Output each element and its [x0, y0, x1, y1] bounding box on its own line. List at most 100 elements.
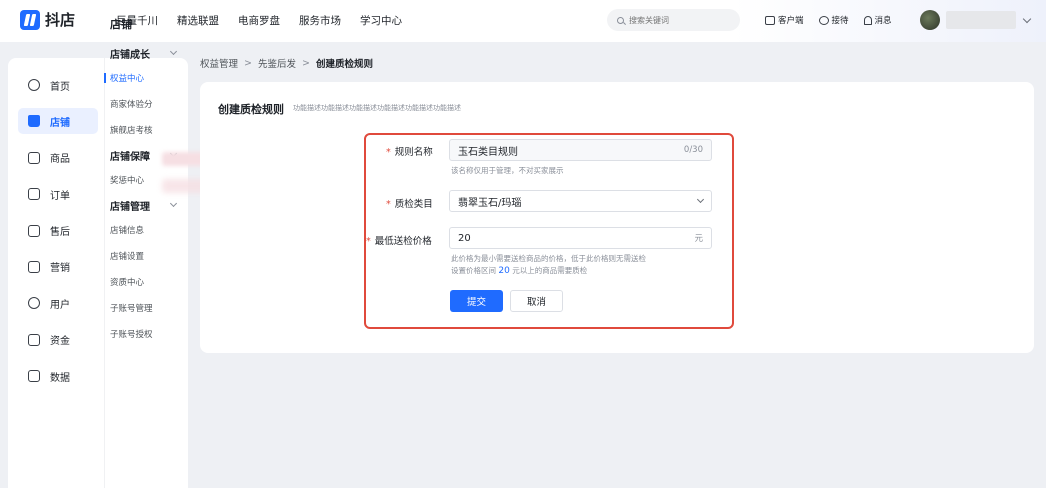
- min-price-hint-line2: 设置价格区间 20 元以上的商品需要质检: [451, 265, 646, 277]
- nav-item-label: 商品: [50, 154, 70, 166]
- nav-group-label: 店铺保障: [110, 151, 150, 163]
- subnav-item-qualifications[interactable]: 资质中心: [110, 274, 185, 290]
- nav-item-label: 售后: [50, 227, 70, 239]
- breadcrumb-separator: >: [302, 57, 310, 69]
- nav-item-products[interactable]: 商品: [18, 145, 98, 171]
- aftersales-icon: [28, 224, 40, 237]
- top-right-actions: 客户端 接待 消息: [765, 14, 907, 26]
- user-icon: [28, 297, 40, 310]
- search-box[interactable]: [607, 9, 740, 31]
- reception-button[interactable]: 接待: [818, 14, 849, 26]
- category-label: * 质检类目: [386, 196, 433, 210]
- wallet-icon: [28, 333, 40, 346]
- bell-icon: [863, 15, 872, 25]
- rule-name-value: 玉石类目规则: [458, 146, 518, 158]
- subnav-item-store-settings[interactable]: 店铺设置: [110, 248, 185, 264]
- search-icon: [617, 16, 624, 24]
- submit-button[interactable]: 提交: [450, 290, 503, 312]
- chevron-down-icon: [169, 199, 178, 208]
- bag-icon: [28, 151, 40, 164]
- subnav-item-experience-score[interactable]: 商家体验分: [110, 96, 185, 112]
- nav-group-label: 店铺管理: [110, 201, 150, 213]
- nav-group-label: 店铺成长: [110, 49, 150, 61]
- nav-group-growth[interactable]: 店铺成长: [110, 46, 178, 61]
- required-marker: *: [386, 147, 391, 158]
- nav-item-label: 资金: [50, 336, 70, 348]
- min-price-field[interactable]: 20 元: [449, 227, 712, 249]
- rule-name-hint: 该名称仅用于管理，不对买家展示: [451, 166, 564, 175]
- min-price-hint-line1: 此价格为最小需要送检商品的价格，低于此价格则无需送检: [451, 254, 646, 263]
- megaphone-icon: [28, 260, 40, 273]
- nav-item-label: 订单: [50, 190, 70, 202]
- headset-icon: [818, 15, 829, 25]
- monitor-icon: [765, 15, 775, 25]
- nav-item-label: 数据: [50, 372, 70, 384]
- chevron-down-icon: [169, 47, 178, 56]
- cancel-button[interactable]: 取消: [510, 290, 563, 312]
- subnav-item-benefits[interactable]: 权益中心: [104, 70, 185, 86]
- rule-name-field[interactable]: 玉石类目规则 0/30: [449, 139, 712, 161]
- topnav-item-learning[interactable]: 学习中心: [360, 13, 402, 28]
- category-select[interactable]: 翡翠玉石/玛瑙: [449, 190, 712, 212]
- nav-item-users[interactable]: 用户: [18, 290, 98, 316]
- breadcrumb-item[interactable]: 先鉴后发: [258, 56, 296, 70]
- min-price-label-text: 最低送检价格: [374, 236, 432, 247]
- subnav-item-subaccount-auth[interactable]: 子账号授权: [110, 326, 185, 342]
- hint-highlight-value: 20: [498, 266, 510, 276]
- app-logo[interactable]: 抖店: [20, 9, 75, 30]
- nav-item-label: 营销: [50, 263, 70, 275]
- account-menu[interactable]: [920, 10, 1032, 30]
- rule-name-label-text: 规则名称: [394, 147, 433, 158]
- search-input[interactable]: [629, 15, 729, 25]
- reception-label: 接待: [831, 16, 849, 26]
- chart-icon: [28, 370, 40, 383]
- category-value: 翡翠玉石/玛瑙: [458, 197, 522, 209]
- nav-item-home[interactable]: 首页: [18, 72, 98, 98]
- breadcrumb-current: 创建质检规则: [315, 59, 373, 70]
- nav-item-marketing[interactable]: 营销: [18, 254, 98, 280]
- subnav-item-subaccounts[interactable]: 子账号管理: [110, 300, 185, 316]
- nav-item-data[interactable]: 数据: [18, 363, 98, 389]
- hint-prefix: 设置价格区间: [451, 266, 496, 275]
- secondary-nav-title: 店铺: [110, 18, 132, 31]
- topnav-item-compass[interactable]: 电商罗盘: [238, 13, 280, 28]
- nav-item-label: 店铺: [50, 117, 70, 129]
- app-name: 抖店: [45, 11, 76, 29]
- page-title: 创建质检规则: [218, 103, 284, 116]
- client-label: 客户端: [778, 16, 804, 26]
- messages-button[interactable]: 消息: [863, 14, 892, 26]
- nav-item-store[interactable]: 店铺: [18, 108, 98, 135]
- topnav-item-market[interactable]: 服务市场: [299, 13, 341, 28]
- subnav-item-flagship-review[interactable]: 旗舰店考核: [110, 122, 185, 138]
- rule-name-label: * 规则名称: [386, 144, 433, 158]
- logo-icon: [20, 9, 40, 30]
- nav-group-management[interactable]: 店铺管理: [110, 198, 178, 213]
- breadcrumb: 权益管理 > 先鉴后发 > 创建质检规则: [200, 56, 373, 71]
- home-icon: [28, 79, 40, 91]
- rule-name-counter: 0/30: [683, 145, 703, 155]
- hint-suffix: 元以上的商品需要质检: [512, 266, 588, 275]
- avatar[interactable]: [920, 10, 940, 30]
- min-price-value: 20: [458, 232, 471, 244]
- nav-item-label: 用户: [50, 299, 70, 311]
- nav-item-orders[interactable]: 订单: [18, 181, 98, 207]
- breadcrumb-separator: >: [244, 57, 252, 69]
- chevron-down-icon: [1022, 14, 1032, 23]
- min-price-label: * 最低送检价格: [366, 233, 432, 247]
- nav-item-label: 首页: [50, 81, 70, 93]
- breadcrumb-item[interactable]: 权益管理: [200, 56, 238, 70]
- chevron-down-icon: [696, 195, 705, 204]
- order-icon: [28, 188, 40, 201]
- min-price-hint: 此价格为最小需要送检商品的价格，低于此价格则无需送检 设置价格区间 20 元以上…: [451, 253, 646, 277]
- required-marker: *: [386, 199, 391, 210]
- client-button[interactable]: 客户端: [765, 14, 804, 26]
- category-label-text: 质检类目: [394, 199, 433, 210]
- nav-item-aftersales[interactable]: 售后: [18, 218, 98, 244]
- page-description: 功能描述功能描述功能描述功能描述功能描述功能描述: [293, 104, 461, 112]
- subnav-item-store-info[interactable]: 店铺信息: [110, 222, 185, 238]
- account-name-redacted: [946, 11, 1016, 29]
- store-icon: [28, 115, 40, 128]
- sidebar-divider: [104, 58, 105, 488]
- min-price-unit: 元: [694, 234, 703, 244]
- nav-item-funds[interactable]: 资金: [18, 327, 98, 353]
